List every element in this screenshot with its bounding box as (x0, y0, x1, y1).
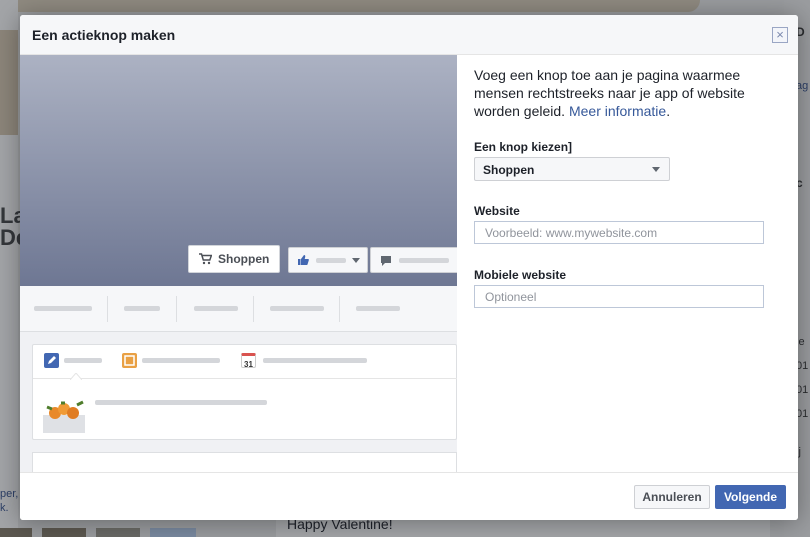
background-cover-image (0, 0, 700, 12)
dialog-title: Een actieknop maken (32, 27, 176, 43)
close-icon[interactable]: × (772, 27, 788, 43)
placeholder-bar (399, 258, 449, 263)
intro-period: . (666, 103, 671, 119)
background-thumbnail (0, 528, 32, 537)
placeholder-bar (194, 306, 238, 311)
placeholder-bar (263, 358, 367, 363)
tab-separator (176, 296, 177, 322)
placeholder-bar (142, 358, 220, 363)
placeholder-bar (356, 306, 400, 311)
preview-message-button (370, 247, 457, 273)
website-label: Website (474, 204, 520, 218)
create-action-button-dialog: Een actieknop maken × Shoppen 31 Voeg ee… (20, 15, 798, 520)
button-type-select[interactable]: Shoppen (474, 157, 670, 181)
pencil-icon (44, 353, 59, 368)
preview-action-button: Shoppen (188, 245, 280, 273)
placeholder-bar (64, 358, 102, 363)
more-info-link[interactable]: Meer informatie (569, 103, 666, 119)
placeholder-bar (124, 306, 160, 311)
tab-separator (253, 296, 254, 322)
background-thumbnail (42, 528, 86, 537)
dialog-footer: Annuleren Volgende (20, 472, 798, 520)
background-link-text: per, k. (0, 488, 19, 514)
mobile-website-input[interactable] (474, 285, 764, 308)
next-button[interactable]: Volgende (715, 485, 786, 509)
mobile-website-label: Mobiele website (474, 268, 567, 282)
placeholder-bar (34, 306, 92, 311)
preview-action-button-label: Shoppen (218, 252, 270, 266)
tab-separator (107, 296, 108, 322)
chevron-down-icon (652, 167, 660, 172)
tab-separator (339, 296, 340, 322)
calendar-icon: 31 (241, 353, 256, 369)
placeholder-bar (95, 400, 267, 405)
oranges-icon (43, 400, 85, 433)
dialog-header: Een actieknop maken × (20, 15, 798, 55)
message-icon (381, 256, 391, 266)
button-type-value: Shoppen (483, 163, 535, 177)
cancel-button[interactable]: Annuleren (634, 485, 710, 509)
shopping-cart-icon (199, 253, 212, 265)
preview-post-composer: 31 (32, 344, 457, 440)
button-choice-label: Een knop kiezen] (474, 140, 573, 154)
tab-pointer (70, 373, 82, 380)
composer-tabs: 31 (33, 345, 457, 380)
preview-like-button (288, 247, 368, 273)
preview-post-card (32, 452, 457, 472)
chevron-down-icon (352, 258, 360, 263)
placeholder-bar (316, 258, 346, 263)
action-button-form: Voeg een knop toe aan je pagina waarmee … (457, 55, 798, 472)
background-thumbnail (150, 528, 196, 537)
background-profile-photo (0, 30, 18, 135)
thumbs-up-icon (298, 255, 309, 265)
preview-tabs-row (20, 286, 457, 332)
photo-icon (122, 353, 137, 368)
background-thumbnail (96, 528, 140, 537)
website-input[interactable] (474, 221, 764, 244)
placeholder-bar (270, 306, 324, 311)
page-preview: Shoppen 31 (20, 55, 457, 472)
intro-text: Voeg een knop toe aan je pagina waarmee … (474, 66, 774, 120)
